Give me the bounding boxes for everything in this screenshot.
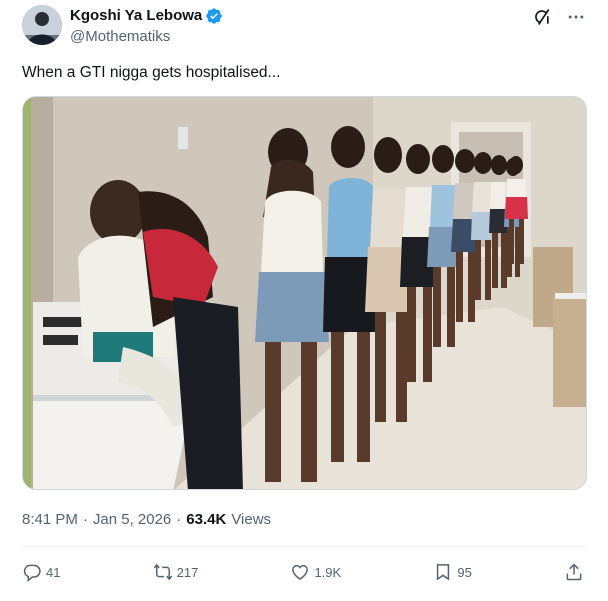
tweet-meta: 8:41 PM · Jan 5, 2026 · 63.4K Views — [22, 510, 271, 530]
repost-icon — [153, 563, 172, 581]
repost-count: 217 — [176, 564, 199, 580]
bookmark-button[interactable]: 95 — [433, 562, 472, 582]
more-icon[interactable] — [566, 7, 586, 27]
grok-icon[interactable] — [532, 7, 552, 27]
handle[interactable]: @Mothematiks — [70, 27, 170, 47]
reply-icon — [23, 564, 41, 582]
top-icons — [532, 7, 586, 27]
tweet-time[interactable]: 8:41 PM — [22, 510, 78, 530]
like-button[interactable]: 1.9K — [290, 562, 341, 582]
share-button[interactable] — [564, 562, 584, 582]
tweet-text: When a GTI nigga gets hospitalised... — [22, 64, 281, 81]
avatar[interactable] — [22, 5, 62, 45]
tweet-card: Kgoshi Ya Lebowa @Mothematiks When a GTI… — [0, 0, 608, 601]
views-count: 63.4K — [186, 511, 227, 528]
reply-button[interactable]: 41 — [22, 562, 60, 582]
repost-button[interactable]: 217 — [153, 562, 199, 582]
verified-badge-icon — [206, 8, 222, 24]
bookmark-count: 95 — [457, 564, 472, 580]
meta-separator: · — [82, 511, 88, 528]
name-row: Kgoshi Ya Lebowa — [70, 6, 223, 26]
views-label: Views — [231, 511, 272, 528]
heart-icon — [292, 564, 309, 580]
bookmark-icon — [437, 564, 450, 581]
meta-separator: · — [176, 511, 182, 528]
display-name[interactable]: Kgoshi Ya Lebowa — [70, 6, 202, 26]
action-bar: 41 217 1.9K 95 — [22, 560, 586, 584]
tweet-photo[interactable] — [22, 96, 587, 490]
divider — [22, 546, 586, 547]
tweet-date[interactable]: Jan 5, 2026 — [93, 510, 171, 530]
like-count: 1.9K — [314, 564, 342, 580]
share-icon — [566, 563, 582, 581]
reply-count: 41 — [46, 564, 61, 580]
